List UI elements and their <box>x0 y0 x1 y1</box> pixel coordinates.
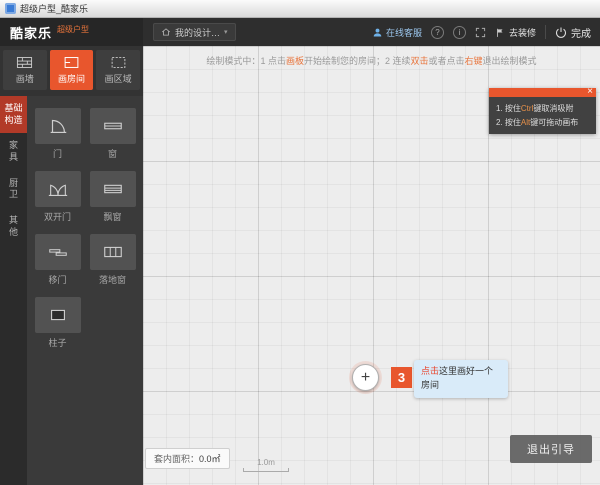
tool-label: 画区域 <box>105 72 132 85</box>
item-label: 落地窗 <box>99 273 126 286</box>
scale-line <box>243 468 289 472</box>
topbar-right: 在线客服 ? i 去装修 完成 <box>372 25 600 40</box>
flag-icon <box>495 27 505 38</box>
item-label: 门 <box>53 147 62 160</box>
category-tab-furniture[interactable]: 家具 <box>0 133 27 170</box>
divider <box>545 25 546 39</box>
plus-icon: + <box>361 369 370 387</box>
panel-body: 基础构造 家具 厨卫 其他 门 <box>0 96 143 485</box>
item-double-door[interactable]: 双开门 <box>33 171 82 223</box>
item-sliding-door[interactable]: 移门 <box>33 234 82 286</box>
brand-sub-label: 超级户型 <box>57 24 89 35</box>
tool-draw-area[interactable]: 画区域 <box>96 50 140 90</box>
logo-area: 酷家乐 超级户型 <box>0 18 143 46</box>
tip-line-alt: 2. 按住Alt键可拖动画布 <box>496 116 589 130</box>
shortcut-tip-box: × 1. 按住Ctrl键取消吸附 2. 按住Alt键可拖动画布 <box>489 88 596 134</box>
category-tab-basic[interactable]: 基础构造 <box>0 96 27 133</box>
exit-guide-button[interactable]: 退出引导 <box>510 435 592 463</box>
left-panel: 画墙 画房间 画区域 基础构造 家具 <box>0 46 143 485</box>
window-icon <box>90 108 136 144</box>
room-icon <box>63 55 80 70</box>
item-label: 飘窗 <box>103 210 121 223</box>
area-label: 套内面积： <box>154 454 199 464</box>
tool-label: 画房间 <box>58 72 85 85</box>
floor-window-icon <box>90 234 136 270</box>
go-decorate-label: 去装修 <box>509 26 536 39</box>
wall-icon <box>16 55 33 70</box>
draw-tools: 画墙 画房间 画区域 <box>0 46 143 96</box>
item-window[interactable]: 窗 <box>88 108 137 160</box>
sliding-door-icon <box>35 234 81 270</box>
area-icon <box>110 55 127 70</box>
door-icon <box>35 108 81 144</box>
item-door[interactable]: 门 <box>33 108 82 160</box>
item-bay-window[interactable]: 飘窗 <box>88 171 137 223</box>
info-icon[interactable]: i <box>453 26 466 39</box>
tip-box-header: × <box>489 88 596 97</box>
help-icon[interactable]: ? <box>431 26 444 39</box>
item-label: 柱子 <box>48 336 66 349</box>
floorplan-canvas[interactable]: 绘制模式中：1 点击画板开始绘制您的房间；2 连续双击或者点击右键退出绘制模式 … <box>143 46 600 485</box>
tool-draw-wall[interactable]: 画墙 <box>3 50 47 90</box>
tip-line-ctrl: 1. 按住Ctrl键取消吸附 <box>496 102 589 116</box>
person-icon <box>372 27 383 38</box>
category-tab-kitchen-bath[interactable]: 厨卫 <box>0 171 27 208</box>
online-service-label: 在线客服 <box>386 26 422 39</box>
pillar-icon <box>35 297 81 333</box>
items-grid: 门 窗 双开门 <box>33 108 137 349</box>
finish-label: 完成 <box>571 25 591 40</box>
chevron-down-icon: ▾ <box>224 28 228 36</box>
category-strip: 基础构造 家具 厨卫 其他 <box>0 96 27 485</box>
item-label: 窗 <box>108 147 117 160</box>
double-door-icon <box>35 171 81 207</box>
brand-logo: 酷家乐 <box>10 23 52 42</box>
app-window: 超级户型_酷家乐 酷家乐 超级户型 我的设计… ▾ 在线客服 ? i <box>0 0 600 485</box>
items-panel: 门 窗 双开门 <box>27 96 143 485</box>
tool-label: 画墙 <box>16 72 34 85</box>
scale-label: 1.0m <box>257 458 275 467</box>
guide-tooltip: 点击这里画好一个房间 <box>414 360 508 398</box>
item-pillar[interactable]: 柱子 <box>33 297 82 349</box>
my-design-label: 我的设计… <box>175 26 220 39</box>
area-value: 0.0㎡ <box>199 454 221 464</box>
finish-button[interactable]: 完成 <box>555 25 591 40</box>
tool-draw-room[interactable]: 画房间 <box>50 50 94 90</box>
home-icon <box>161 27 171 37</box>
main-area: 画墙 画房间 画区域 基础构造 家具 <box>0 46 600 485</box>
item-label: 移门 <box>48 273 66 286</box>
my-design-dropdown[interactable]: 我的设计… ▾ <box>153 23 236 41</box>
topbar: 酷家乐 超级户型 我的设计… ▾ 在线客服 ? i <box>0 18 600 46</box>
window-title: 超级户型_酷家乐 <box>20 2 88 15</box>
online-service-button[interactable]: 在线客服 <box>372 26 422 39</box>
titlebar: 超级户型_酷家乐 <box>0 0 600 18</box>
item-label: 双开门 <box>44 210 71 223</box>
area-indicator: 套内面积：0.0㎡ <box>145 448 230 469</box>
category-tab-other[interactable]: 其他 <box>0 208 27 245</box>
power-icon <box>555 26 567 38</box>
guide-step-badge: 3 <box>391 367 412 388</box>
item-floor-window[interactable]: 落地窗 <box>88 234 137 286</box>
tip-box-body: 1. 按住Ctrl键取消吸附 2. 按住Alt键可拖动画布 <box>489 97 596 134</box>
bay-window-icon <box>90 171 136 207</box>
mode-message: 绘制模式中：1 点击画板开始绘制您的房间；2 连续双击或者点击右键退出绘制模式 <box>206 54 536 67</box>
go-decorate-button[interactable]: 去装修 <box>495 26 536 39</box>
app-icon <box>5 3 16 14</box>
draw-room-cursor[interactable]: + <box>352 364 379 391</box>
scale-ruler: 1.0m <box>243 458 289 472</box>
fullscreen-icon[interactable] <box>475 27 486 38</box>
close-icon[interactable]: × <box>587 86 593 97</box>
